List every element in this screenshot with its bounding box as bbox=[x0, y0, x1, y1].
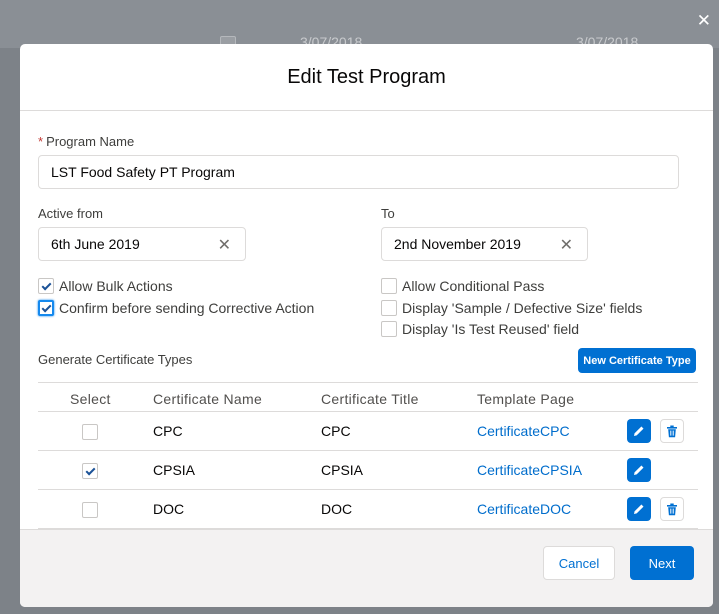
checkmark-icon bbox=[85, 465, 95, 475]
required-marker: * bbox=[38, 134, 44, 149]
delete-button[interactable] bbox=[660, 419, 684, 443]
checkbox-label: Confirm before sending Corrective Action bbox=[59, 300, 315, 316]
template-page-link[interactable]: CertificateCPSIA bbox=[477, 462, 582, 478]
certificate-title: DOC bbox=[321, 501, 353, 517]
modal-footer: Cancel Next bbox=[20, 529, 713, 607]
row-select-checkbox[interactable] bbox=[82, 502, 98, 518]
display-sample-size-checkbox[interactable]: Display 'Sample / Defective Size' fields bbox=[381, 300, 642, 316]
checkbox-label: Allow Bulk Actions bbox=[59, 278, 173, 294]
checkmark-icon bbox=[41, 280, 51, 290]
trash-icon bbox=[667, 503, 677, 515]
edit-button[interactable] bbox=[627, 497, 651, 521]
pencil-icon bbox=[634, 504, 644, 514]
background-table-row: 3/07/2018 3/07/2018 bbox=[0, 0, 719, 50]
active-to-input[interactable]: 2nd November 2019 ✕ bbox=[381, 227, 588, 261]
program-name-input[interactable]: LST Food Safety PT Program bbox=[38, 155, 679, 189]
certificate-title: CPC bbox=[321, 423, 351, 439]
row-select-checkbox[interactable] bbox=[82, 424, 98, 440]
checkbox-box[interactable] bbox=[381, 278, 397, 294]
checkbox-box[interactable] bbox=[38, 300, 54, 316]
modal-header: Edit Test Program bbox=[20, 44, 713, 111]
row-select-checkbox[interactable] bbox=[82, 463, 98, 479]
clear-icon[interactable]: ✕ bbox=[560, 235, 573, 255]
active-from-input[interactable]: 6th June 2019 ✕ bbox=[38, 227, 246, 261]
table-row: CPC CPC CertificateCPC bbox=[38, 412, 698, 451]
checkmark-icon bbox=[41, 302, 51, 312]
certificate-table: Select Certificate Name Certificate Titl… bbox=[38, 382, 698, 529]
certificate-section-title: Generate Certificate Types bbox=[38, 352, 193, 367]
trash-icon bbox=[667, 425, 677, 437]
next-button[interactable]: Next bbox=[630, 546, 694, 580]
clear-icon[interactable]: ✕ bbox=[218, 235, 231, 255]
checkbox-label: Display 'Sample / Defective Size' fields bbox=[402, 300, 643, 316]
active-from-label: Active from bbox=[38, 206, 104, 221]
column-header-template-page: Template Page bbox=[477, 391, 575, 407]
program-name-label: * Program Name bbox=[38, 134, 135, 149]
edit-test-program-modal: Edit Test Program * Program Name LST Food… bbox=[20, 44, 713, 607]
template-page-link[interactable]: CertificateCPC bbox=[477, 423, 570, 439]
delete-button[interactable] bbox=[660, 497, 684, 521]
modal-title: Edit Test Program bbox=[287, 65, 446, 88]
allow-bulk-actions-checkbox[interactable]: Allow Bulk Actions bbox=[38, 278, 173, 294]
certificate-title: CPSIA bbox=[321, 462, 364, 478]
table-row: CPSIA CPSIA CertificateCPSIA bbox=[38, 451, 698, 490]
new-certificate-type-button[interactable]: New Certificate Type bbox=[578, 348, 696, 373]
certificate-name: CPSIA bbox=[153, 462, 196, 478]
certificate-name: CPC bbox=[153, 423, 183, 439]
template-page-link[interactable]: CertificateDOC bbox=[477, 501, 571, 517]
column-header-certificate-name: Certificate Name bbox=[153, 391, 263, 407]
table-row: DOC DOC CertificateDOC bbox=[38, 490, 698, 529]
cancel-button[interactable]: Cancel bbox=[543, 546, 615, 580]
column-header-select: Select bbox=[70, 391, 111, 407]
pencil-icon bbox=[634, 426, 644, 436]
display-test-reused-checkbox[interactable]: Display 'Is Test Reused' field bbox=[381, 321, 579, 337]
allow-conditional-pass-checkbox[interactable]: Allow Conditional Pass bbox=[381, 278, 544, 294]
checkbox-label: Display 'Is Test Reused' field bbox=[402, 321, 580, 337]
edit-button[interactable] bbox=[627, 458, 651, 482]
program-name-value: LST Food Safety PT Program bbox=[51, 164, 235, 180]
checkbox-box[interactable] bbox=[381, 300, 397, 316]
checkbox-box[interactable] bbox=[38, 278, 54, 294]
active-to-value: 2nd November 2019 bbox=[394, 236, 521, 252]
active-to-label: To bbox=[381, 206, 395, 221]
close-icon[interactable]: ✕ bbox=[697, 12, 711, 29]
edit-button[interactable] bbox=[627, 419, 651, 443]
confirm-corrective-action-checkbox[interactable]: Confirm before sending Corrective Action bbox=[38, 300, 314, 316]
table-header-row: Select Certificate Name Certificate Titl… bbox=[38, 382, 698, 412]
certificate-name: DOC bbox=[153, 501, 185, 517]
active-from-value: 6th June 2019 bbox=[51, 236, 140, 252]
column-header-certificate-title: Certificate Title bbox=[321, 391, 419, 407]
checkbox-label: Allow Conditional Pass bbox=[402, 278, 545, 294]
checkbox-box[interactable] bbox=[381, 321, 397, 337]
pencil-icon bbox=[634, 465, 644, 475]
